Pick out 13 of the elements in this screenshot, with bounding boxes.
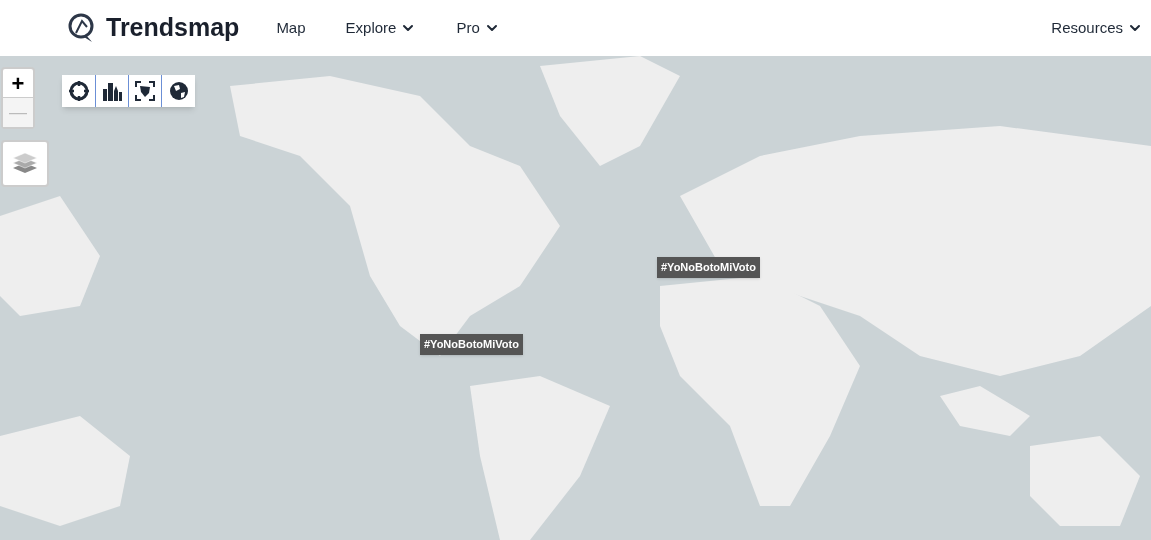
layers-button[interactable] xyxy=(1,140,49,187)
trend-label[interactable]: #YoNoBotoMiVoto xyxy=(420,334,523,355)
globe-icon xyxy=(168,81,189,101)
nav-link[interactable]: Explore xyxy=(345,16,417,40)
logo-icon xyxy=(68,13,96,43)
trend-label[interactable]: #YoNoBotoMiVoto xyxy=(657,257,760,278)
region-frame-icon xyxy=(135,81,155,101)
crosshair-icon xyxy=(68,81,89,101)
brand-name: Trendsmap xyxy=(106,12,240,44)
nav-link[interactable]: Resources xyxy=(1051,16,1143,40)
buildings-icon xyxy=(102,81,122,101)
nav-link[interactable]: Map xyxy=(276,16,306,40)
nav-link[interactable]: Pro xyxy=(456,16,500,40)
